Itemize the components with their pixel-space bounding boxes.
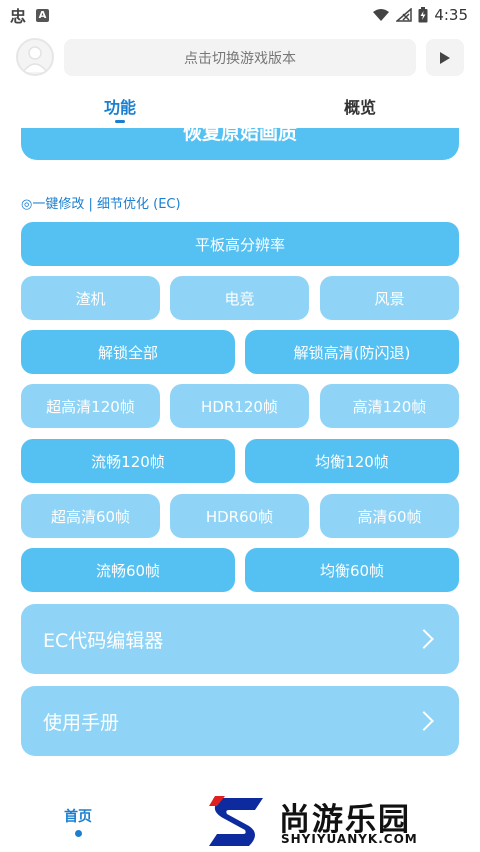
tab-overview[interactable]: 概览 [344,94,376,118]
avatar[interactable] [16,38,54,76]
app-notification-icon: 忠 [10,7,27,26]
feature-list[interactable]: 恢复原始画质 ◎一键修改 | 细节优化 (EC) 平板高分辨率 渣机 电竞 风景… [0,128,480,792]
smooth-120fps-button[interactable]: 流畅120帧 [21,439,235,483]
hd-120fps-button[interactable]: 高清120帧 [320,384,459,428]
tab-indicator [115,120,125,123]
hdr-60fps-button[interactable]: HDR60帧 [170,494,309,538]
header: 点击切换游戏版本 [0,38,480,78]
user-placeholder-icon [22,46,48,73]
status-right: 4:35 [372,6,468,24]
game-version-selector[interactable]: 点击切换游戏版本 [64,39,416,76]
watermark-subtitle: SHYIYUANYK.COM [281,832,418,846]
tab-functions[interactable]: 功能 [104,94,136,118]
play-icon [440,51,450,64]
uhd-60fps-button[interactable]: 超高清60帧 [21,494,160,538]
chevron-right-icon [414,629,434,649]
bottom-nav: 首页 尚游乐园 SHYIYUANYK.COM [0,792,480,852]
section-title: ◎一键修改 | 细节优化 (EC) [21,197,181,212]
restore-original-quality-button[interactable]: 恢复原始画质 [21,128,459,160]
nav-home[interactable]: 首页 [64,806,92,826]
hdr-120fps-button[interactable]: HDR120帧 [170,384,309,428]
user-manual-label: 使用手册 [43,711,120,734]
hd-60fps-button[interactable]: 高清60帧 [320,494,459,538]
status-bar: 忠 A 4:35 [0,0,480,30]
ec-code-editor-label: EC代码编辑器 [43,629,164,652]
play-button[interactable] [426,39,464,76]
esports-button[interactable]: 电竞 [170,276,309,320]
clock: 4:35 [434,6,468,24]
unlock-all-button[interactable]: 解锁全部 [21,330,235,374]
nav-active-dot [75,830,82,837]
uhd-120fps-button[interactable]: 超高清120帧 [21,384,160,428]
signal-off-icon [396,8,413,22]
balanced-60fps-button[interactable]: 均衡60帧 [245,548,459,592]
battery-charging-icon [418,7,428,23]
user-manual-card[interactable]: 使用手册 [21,686,459,756]
wifi-icon [373,9,390,21]
chevron-right-icon [414,711,434,731]
tablet-resolution-button[interactable]: 平板高分辨率 [21,222,459,266]
watermark-logo-icon [209,796,263,846]
scenery-button[interactable]: 风景 [320,276,459,320]
smooth-60fps-button[interactable]: 流畅60帧 [21,548,235,592]
notification-a-icon: A [36,8,50,22]
low-end-button[interactable]: 渣机 [21,276,160,320]
balanced-120fps-button[interactable]: 均衡120帧 [245,439,459,483]
tab-bar: 功能 概览 [0,90,480,130]
unlock-hd-button[interactable]: 解锁高清(防闪退) [245,330,459,374]
ec-code-editor-card[interactable]: EC代码编辑器 [21,604,459,674]
status-left: 忠 A [10,3,50,27]
watermark: 尚游乐园 SHYIYUANYK.COM [205,792,480,852]
